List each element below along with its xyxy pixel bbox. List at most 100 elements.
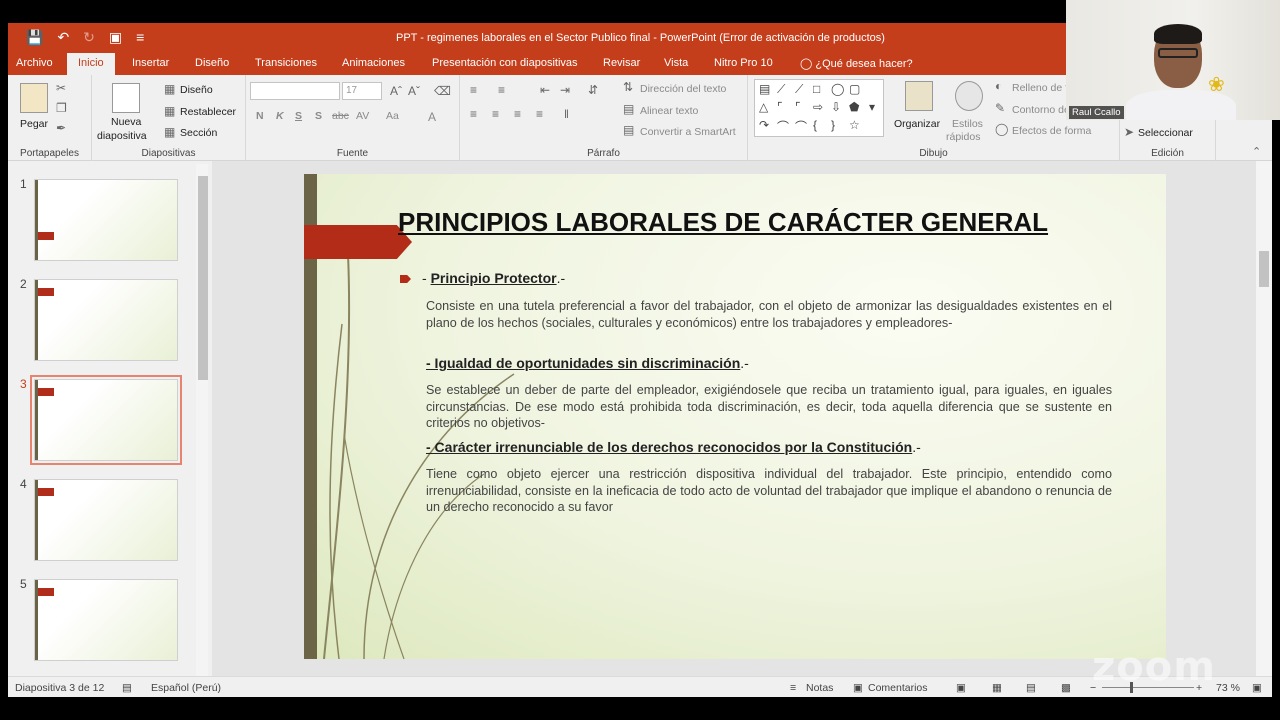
- curve-shape-icon[interactable]: ⌒: [777, 118, 789, 135]
- slide-sorter-icon[interactable]: ▦: [992, 682, 1002, 694]
- normal-view-icon[interactable]: ▣: [956, 682, 966, 694]
- shapes-gallery[interactable]: ▤ ⟋ ⟋ □ ◯ ▢ △ ⌜ ⌜ ⇨ ⇩ ⬟ ↷ ⌒ ⌒ { } ☆ ▾: [754, 79, 884, 137]
- redo-icon[interactable]: ↻: [83, 29, 95, 46]
- paragraph-principio-protector[interactable]: Consiste en una tutela preferencial a fa…: [426, 298, 1112, 331]
- decrease-indent-icon[interactable]: ⇤: [540, 83, 550, 97]
- heading-igualdad[interactable]: - Igualdad de oportunidades sin discrimi…: [426, 355, 749, 371]
- fit-slide-icon[interactable]: ▣: [1252, 682, 1262, 694]
- font-size-input[interactable]: 17: [342, 82, 382, 100]
- star-shape-icon[interactable]: ☆: [849, 118, 860, 132]
- tab-nitro[interactable]: Nitro Pro 10: [714, 57, 773, 69]
- format-painter-icon[interactable]: ✒: [56, 121, 66, 135]
- brace-right-shape-icon[interactable]: }: [831, 118, 835, 132]
- language-indicator[interactable]: Español (Perú): [151, 682, 221, 694]
- columns-icon[interactable]: ‖: [564, 107, 569, 121]
- present-icon[interactable]: ▣: [109, 29, 122, 46]
- italic-button[interactable]: K: [276, 110, 284, 122]
- rounded-rect-shape-icon[interactable]: ▢: [849, 82, 860, 96]
- zoom-level[interactable]: 73 %: [1216, 682, 1240, 694]
- arrange-icon[interactable]: [905, 81, 933, 111]
- quick-styles-label-2[interactable]: rápidos: [946, 131, 980, 143]
- pentagon-shape-icon[interactable]: ⬟: [849, 100, 859, 114]
- connector-icon[interactable]: ⌜: [795, 100, 801, 114]
- shrink-font-icon[interactable]: Aˇ: [408, 84, 420, 98]
- shape-fill-button[interactable]: Relleno de fo: [1012, 82, 1074, 94]
- underline-button[interactable]: S: [295, 110, 302, 122]
- tab-archivo[interactable]: Archivo: [16, 57, 53, 69]
- tab-revisar[interactable]: Revisar: [603, 57, 640, 69]
- triangle-shape-icon[interactable]: △: [759, 100, 768, 114]
- arrow-right-shape-icon[interactable]: ⇨: [813, 100, 823, 114]
- undo-icon[interactable]: ↶: [57, 29, 69, 46]
- smartart-button[interactable]: Convertir a SmartArt: [640, 126, 736, 138]
- section-button[interactable]: Sección: [180, 127, 217, 139]
- strikethrough-button[interactable]: abc: [332, 110, 349, 122]
- align-right-icon[interactable]: ≡: [514, 107, 521, 121]
- oval-shape-icon[interactable]: ◯: [831, 82, 844, 96]
- justify-icon[interactable]: ≡: [536, 107, 543, 121]
- spellcheck-icon[interactable]: ▤: [122, 682, 132, 694]
- thumbnails-scroll-thumb[interactable]: [198, 176, 208, 380]
- arc-shape-icon[interactable]: ⌒: [795, 118, 807, 135]
- cut-icon[interactable]: ✂: [56, 81, 66, 95]
- paragraph-igualdad[interactable]: Se establece un deber de parte del emple…: [426, 382, 1112, 432]
- copy-icon[interactable]: ❐: [56, 101, 67, 115]
- char-spacing-button[interactable]: AV: [356, 110, 369, 122]
- text-direction-button[interactable]: Dirección del texto: [640, 83, 726, 95]
- arrange-button[interactable]: Organizar: [894, 118, 940, 130]
- tab-presentacion[interactable]: Presentación con diapositivas: [432, 57, 578, 69]
- slide-thumbnail-3[interactable]: [30, 375, 182, 465]
- tab-animaciones[interactable]: Animaciones: [342, 57, 405, 69]
- zoom-participant-video[interactable]: ❀ Raul Ccallo: [1066, 0, 1280, 120]
- save-icon[interactable]: 💾: [26, 29, 43, 46]
- quick-styles-label-1[interactable]: Estilos: [952, 118, 983, 130]
- slide-vertical-scrollbar[interactable]: [1256, 161, 1272, 676]
- layout-button[interactable]: Diseño: [180, 84, 213, 96]
- slide-3[interactable]: PRINCIPIOS LABORALES DE CARÁCTER GENERAL…: [304, 174, 1166, 659]
- slide-thumbnail-5[interactable]: [34, 579, 178, 661]
- gallery-more-icon[interactable]: ▾: [869, 100, 875, 114]
- slide-thumbnail-1[interactable]: [34, 179, 178, 261]
- rectangle-shape-icon[interactable]: □: [813, 82, 820, 96]
- tab-insertar[interactable]: Insertar: [132, 57, 169, 69]
- clear-format-icon[interactable]: ⌫: [434, 84, 451, 98]
- slide-thumbnail-4[interactable]: [34, 479, 178, 561]
- tab-inicio[interactable]: Inicio: [67, 53, 115, 75]
- change-case-button[interactable]: Aa: [386, 110, 399, 122]
- slideshow-icon[interactable]: ▩: [1061, 682, 1071, 694]
- paste-icon[interactable]: [20, 83, 48, 113]
- shadow-button[interactable]: S: [315, 110, 322, 122]
- numbering-icon[interactable]: ≡: [498, 83, 505, 97]
- line-spacing-icon[interactable]: ⇵: [588, 83, 598, 97]
- textbox-shape-icon[interactable]: ▤: [759, 82, 770, 96]
- paragraph-irrenunciable[interactable]: Tiene como objeto ejercer una restricció…: [426, 466, 1112, 516]
- heading-principio-protector[interactable]: - Principio Protector.-: [422, 270, 565, 286]
- shape-effects-button[interactable]: Efectos de forma: [1012, 125, 1091, 137]
- grow-font-icon[interactable]: Aˆ: [390, 84, 402, 98]
- notes-button[interactable]: Notas: [806, 682, 833, 694]
- paste-button[interactable]: Pegar: [20, 118, 48, 130]
- shape-outline-button[interactable]: Contorno de: [1012, 104, 1070, 116]
- quick-styles-icon[interactable]: [955, 81, 983, 111]
- slide-title[interactable]: PRINCIPIOS LABORALES DE CARÁCTER GENERAL: [398, 207, 1048, 238]
- customize-icon[interactable]: ≡: [136, 29, 144, 46]
- bullets-icon[interactable]: ≡: [470, 83, 477, 97]
- brace-left-shape-icon[interactable]: {: [813, 118, 817, 132]
- font-color-icon[interactable]: A: [428, 110, 436, 124]
- align-text-button[interactable]: Alinear texto: [640, 105, 698, 117]
- font-name-input[interactable]: [250, 82, 340, 100]
- elbow-connector-icon[interactable]: ⌜: [777, 100, 783, 114]
- select-button[interactable]: Seleccionar: [1138, 127, 1193, 139]
- slide-thumbnail-2[interactable]: [34, 279, 178, 361]
- new-slide-label-1[interactable]: Nueva: [111, 116, 141, 128]
- bold-button[interactable]: N: [256, 110, 264, 122]
- line-shape-icon[interactable]: ⟋: [777, 82, 785, 97]
- curved-arrow-shape-icon[interactable]: ↷: [759, 118, 769, 132]
- new-slide-icon[interactable]: [112, 83, 140, 113]
- slide-scroll-thumb[interactable]: [1259, 251, 1269, 287]
- comments-button[interactable]: Comentarios: [868, 682, 928, 694]
- align-left-icon[interactable]: ≡: [470, 107, 477, 121]
- reset-button[interactable]: Restablecer: [180, 106, 236, 118]
- tab-vista[interactable]: Vista: [664, 57, 688, 69]
- tab-diseno[interactable]: Diseño: [195, 57, 229, 69]
